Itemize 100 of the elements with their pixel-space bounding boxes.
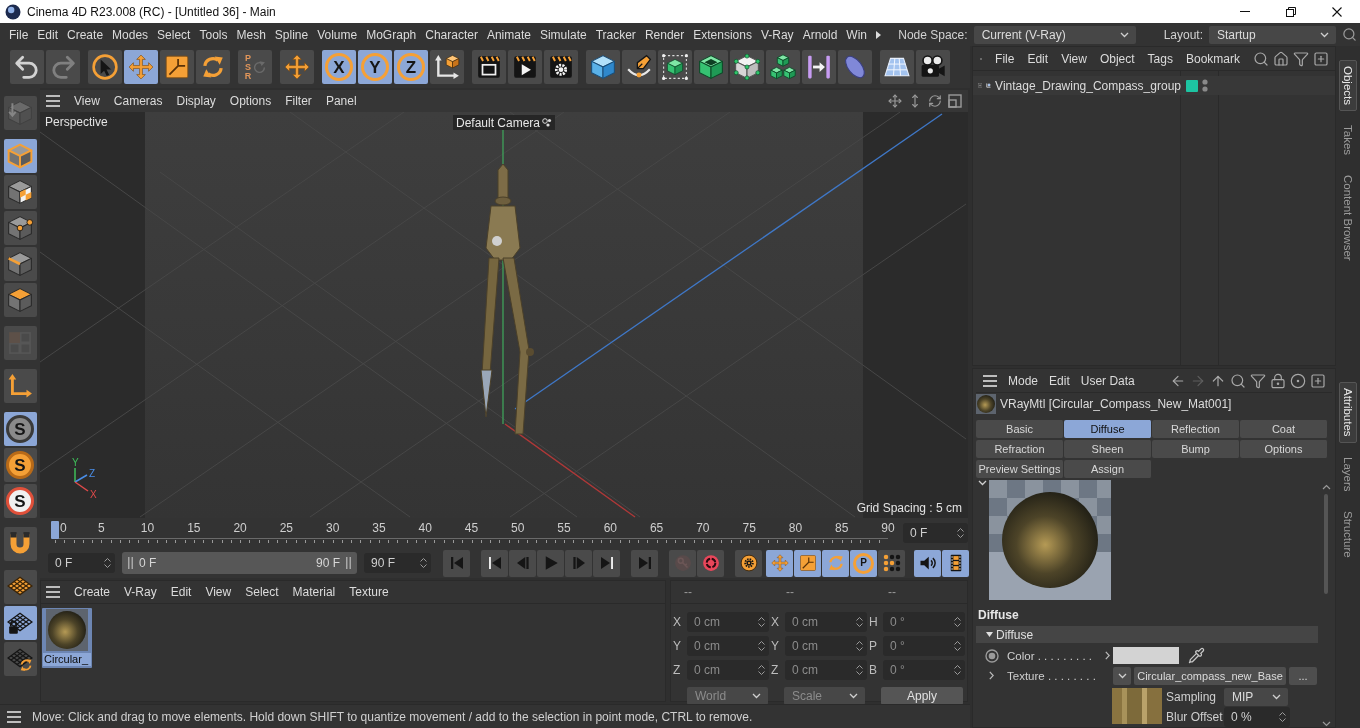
- expand-plus-icon[interactable]: [978, 80, 983, 91]
- axis-button[interactable]: X: [322, 50, 356, 84]
- more-menus-icon[interactable]: [876, 30, 881, 39]
- menu-item[interactable]: Edit: [1049, 373, 1070, 388]
- pen-button[interactable]: [622, 50, 656, 84]
- start-frame-field[interactable]: 0 F: [48, 553, 115, 573]
- menu-item[interactable]: User Data: [1080, 373, 1135, 388]
- grip-icon[interactable]: [128, 557, 133, 569]
- scroll-down-icon[interactable]: [1321, 721, 1331, 727]
- menu-icon[interactable]: [46, 586, 60, 598]
- edge-button[interactable]: [3, 247, 37, 281]
- menu-item[interactable]: MoGraph: [366, 27, 417, 42]
- menu-item[interactable]: Panel: [325, 94, 357, 108]
- spinner-arrows-icon[interactable]: [957, 527, 964, 539]
- menu-icon[interactable]: [46, 95, 60, 107]
- menu-item[interactable]: Arnold: [802, 27, 838, 42]
- menu-item[interactable]: Animate: [486, 27, 531, 42]
- scrollbar-thumb[interactable]: [1324, 494, 1328, 594]
- filter-icon[interactable]: [1250, 372, 1266, 389]
- attribute-tab[interactable]: Assign: [1064, 460, 1152, 478]
- menu-item[interactable]: Mode: [1008, 373, 1039, 388]
- attribute-tab[interactable]: Sheen: [1064, 440, 1152, 458]
- menu-item[interactable]: Select: [245, 585, 279, 599]
- axis-button[interactable]: Z: [394, 50, 428, 84]
- polygon-button[interactable]: [3, 283, 37, 317]
- menu-item[interactable]: Edit: [170, 585, 192, 599]
- filter-icon[interactable]: [1293, 50, 1309, 67]
- key-settings-button[interactable]: [735, 549, 762, 577]
- shader-button[interactable]: Circular_compass_new_Base: [1134, 666, 1286, 685]
- chevron-right-icon[interactable]: [1104, 651, 1110, 660]
- camera-button[interactable]: Default Camera: [453, 115, 556, 130]
- frame-range-slider[interactable]: 0 F 90 F: [122, 552, 357, 574]
- new-panel-icon[interactable]: [1310, 372, 1326, 389]
- chevron-right-icon[interactable]: [989, 671, 994, 680]
- menu-item[interactable]: Edit: [1027, 51, 1049, 66]
- more-button[interactable]: ...: [1289, 666, 1317, 685]
- attribute-tab[interactable]: Refraction: [976, 440, 1064, 458]
- menu-item[interactable]: V-Ray: [760, 27, 794, 42]
- spinner-arrows-icon[interactable]: [104, 557, 111, 569]
- go-start-button[interactable]: [443, 549, 470, 577]
- menu-item[interactable]: View: [1061, 51, 1087, 66]
- search-icon[interactable]: [1253, 50, 1269, 67]
- menu-item[interactable]: Extensions: [693, 27, 752, 42]
- scroll-up-icon[interactable]: [1321, 484, 1331, 490]
- workplane-lock-button[interactable]: [3, 606, 37, 640]
- solo-view-button[interactable]: S: [3, 412, 37, 446]
- side-tab[interactable]: Takes: [1339, 119, 1357, 162]
- menu-item[interactable]: Material: [292, 585, 336, 599]
- menu-item[interactable]: Options: [229, 94, 272, 108]
- menu-item[interactable]: Tools: [199, 27, 228, 42]
- render-settings-button[interactable]: [544, 50, 578, 84]
- prev-key-button[interactable]: [481, 549, 508, 577]
- cloner-button[interactable]: [730, 50, 764, 84]
- target-icon[interactable]: [1290, 372, 1306, 389]
- attribute-tab[interactable]: Diffuse: [1064, 420, 1152, 438]
- eyedropper-icon[interactable]: [1188, 647, 1205, 664]
- visibility-dots-icon[interactable]: [1202, 79, 1208, 92]
- next-key-button[interactable]: [593, 549, 620, 577]
- menu-item[interactable]: V-Ray: [124, 585, 157, 599]
- menu-icon[interactable]: [983, 374, 997, 387]
- menu-icon[interactable]: [7, 710, 21, 723]
- rotate-button[interactable]: [196, 50, 230, 84]
- current-frame-field[interactable]: 0 F: [903, 523, 968, 543]
- texture-button[interactable]: [3, 175, 37, 209]
- material-tile[interactable]: Circular_: [42, 608, 92, 668]
- menu-item[interactable]: Bookmark: [1185, 51, 1240, 66]
- key-scale-button[interactable]: [794, 549, 821, 577]
- menu-item[interactable]: Cameras: [113, 94, 163, 108]
- menu-item[interactable]: View: [74, 94, 100, 108]
- group-header[interactable]: Diffuse: [976, 626, 1318, 643]
- menu-item[interactable]: Create: [67, 27, 104, 42]
- blur-offset-field[interactable]: 0 %: [1224, 707, 1290, 727]
- search-icon[interactable]: [1230, 372, 1246, 389]
- menu-item[interactable]: Spline: [274, 27, 309, 42]
- menu-item[interactable]: Filter: [285, 94, 312, 108]
- side-tab[interactable]: Objects: [1339, 60, 1357, 111]
- menu-item[interactable]: Select: [157, 27, 191, 42]
- spinner-arrows-icon[interactable]: [420, 557, 427, 569]
- solo-hierarchy-button[interactable]: S: [3, 484, 37, 518]
- texture-menu-button[interactable]: [1113, 666, 1131, 685]
- search-icon[interactable]: [1342, 27, 1357, 42]
- extrude-button[interactable]: [694, 50, 728, 84]
- key-move-button[interactable]: [766, 549, 793, 577]
- workplane-button[interactable]: [3, 570, 37, 604]
- coord-button[interactable]: [430, 50, 464, 84]
- undo-button[interactable]: [10, 50, 44, 84]
- layout-dropdown[interactable]: Startup: [1209, 25, 1336, 44]
- menu-item[interactable]: Object: [1099, 51, 1135, 66]
- menu-item[interactable]: Edit: [37, 27, 59, 42]
- menu-item[interactable]: Tags: [1147, 51, 1173, 66]
- color-swatch-icon[interactable]: [1113, 647, 1179, 664]
- menu-item[interactable]: File: [995, 51, 1015, 66]
- menu-item[interactable]: Modes: [112, 27, 149, 42]
- house-icon[interactable]: [1273, 50, 1289, 67]
- key-pla-button[interactable]: [878, 549, 905, 577]
- attribute-tab[interactable]: Reflection: [1152, 420, 1240, 438]
- menu-item[interactable]: Create: [74, 585, 111, 599]
- menu-item[interactable]: Texture: [349, 585, 389, 599]
- point-button[interactable]: [3, 211, 37, 245]
- attribute-tab[interactable]: Coat: [1240, 420, 1328, 438]
